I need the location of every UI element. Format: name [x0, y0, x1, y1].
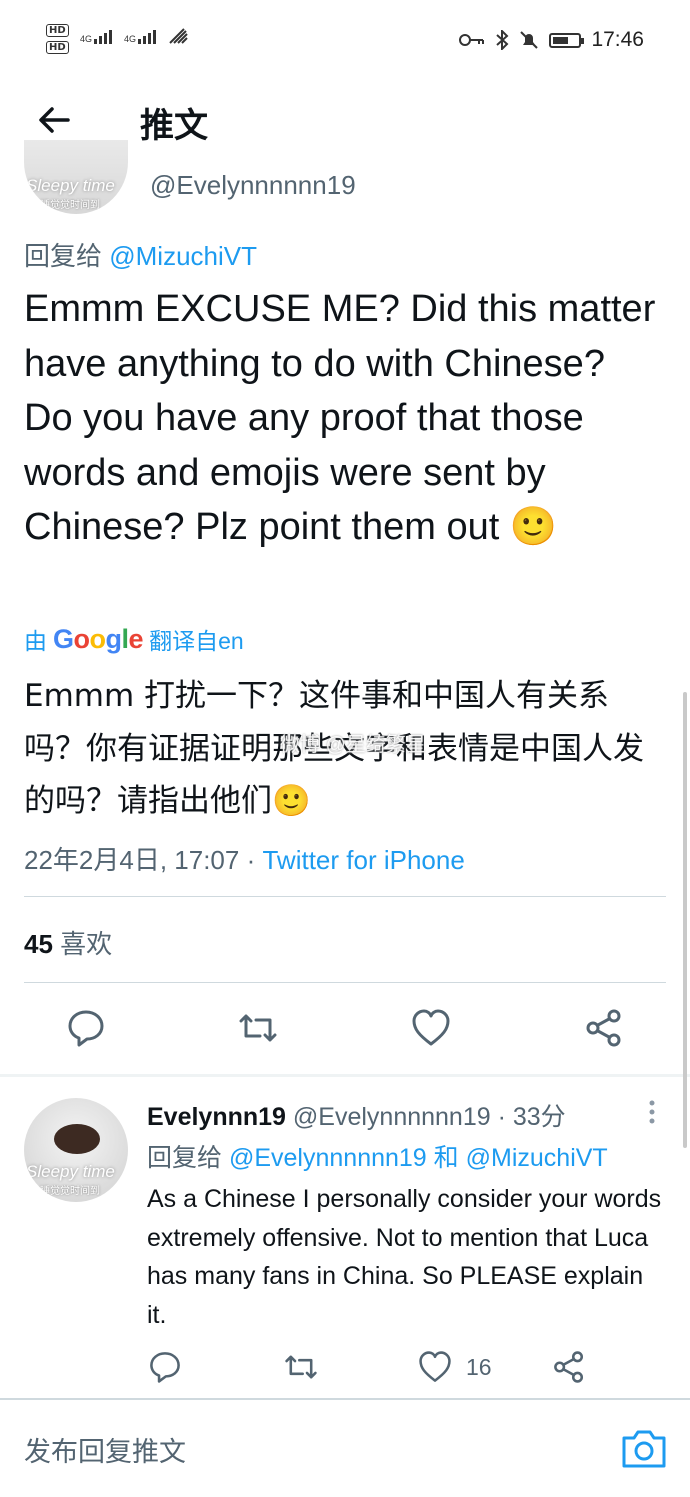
mention-link[interactable]: @MizuchiVT [466, 1144, 608, 1172]
divider [24, 896, 666, 897]
google-logo-icon: Google [53, 623, 144, 654]
tweet-source-link[interactable]: Twitter for iPhone [262, 845, 464, 875]
reply-avatar[interactable]: Sleepy time 睡觉觉时间到 [24, 1098, 128, 1202]
signal-icon-1: 4G [80, 30, 113, 44]
watermark: 微博 @星绮繁星 [280, 734, 426, 756]
clock: 17:46 [591, 28, 644, 51]
status-right: 17:46 [459, 28, 644, 52]
share-icon[interactable] [584, 1008, 624, 1048]
reply-handle-time: @Evelynnnnnn19 · 33分 [292, 1103, 566, 1131]
status-bar: HD HD 4G 4G 17:46 [0, 0, 690, 80]
share-icon[interactable] [552, 1350, 586, 1384]
tweet-timestamp: 22年2月4日, 17:07 · Twitter for iPhone [24, 845, 465, 875]
mention-link[interactable]: @MizuchiVT [109, 241, 257, 271]
retweet-icon[interactable] [238, 1008, 278, 1048]
battery-icon [549, 32, 585, 48]
reply-replying-to: 回复给 @Evelynnnnnn19 和 @MizuchiVT [147, 1144, 608, 1172]
signal-icon-2: 4G [124, 30, 157, 44]
retweet-icon[interactable] [284, 1350, 318, 1384]
sim-indicators: HD HD [46, 22, 69, 56]
likes-count: 45 [24, 929, 53, 959]
bluetooth-icon [496, 30, 509, 50]
back-arrow-icon[interactable] [36, 102, 72, 138]
reply-input[interactable]: 发布回复推文 [24, 1430, 186, 1469]
more-options-icon[interactable] [642, 1098, 662, 1128]
reply-icon[interactable] [148, 1350, 182, 1384]
reply-author-name[interactable]: Evelynnn19 [147, 1103, 286, 1131]
page-title: 推文 [140, 107, 208, 145]
hd-badge-2: HD [46, 41, 69, 54]
reply-actions: 16 [0, 1350, 690, 1390]
reply-tweet-text: As a Chinese I personally consider your … [147, 1185, 662, 1329]
scrollbar[interactable] [683, 692, 687, 1148]
likes-label: 喜欢 [60, 929, 113, 959]
author-handle[interactable]: @Evelynnnnnn19 [150, 170, 356, 201]
hd-badge-1: HD [46, 24, 69, 37]
mute-bell-icon [520, 31, 539, 49]
section-separator [0, 1074, 690, 1077]
mention-link[interactable]: @Evelynnnnnn19 [229, 1144, 427, 1172]
wifi-off-icon [169, 28, 188, 44]
tweet-text: Emmm EXCUSE ME? Did this matter have any… [24, 288, 656, 548]
compose-reply-bar: 发布回复推文 [0, 1398, 690, 1497]
reply-header: Evelynnn19 @Evelynnnnnn19 · 33分 [147, 1097, 566, 1133]
reply-icon[interactable] [66, 1008, 106, 1048]
reply-like-count: 16 [466, 1354, 492, 1380]
replying-to: 回复给 @MizuchiVT [24, 241, 257, 271]
like-heart-icon[interactable] [411, 1008, 451, 1048]
likes-summary[interactable]: 45 喜欢 [24, 924, 112, 961]
tweet-actions [0, 1006, 690, 1054]
avatar-dog-image [54, 1124, 100, 1154]
signal-icons: 4G 4G [80, 28, 188, 44]
translation-attribution[interactable]: 由 Google 翻译自en [24, 622, 244, 656]
like-heart-icon[interactable] [418, 1350, 452, 1384]
camera-icon[interactable] [620, 1426, 668, 1470]
avatar[interactable]: Sleepy time 睡觉觉时间到 [24, 140, 128, 214]
divider [24, 982, 666, 983]
key-icon [459, 34, 485, 46]
